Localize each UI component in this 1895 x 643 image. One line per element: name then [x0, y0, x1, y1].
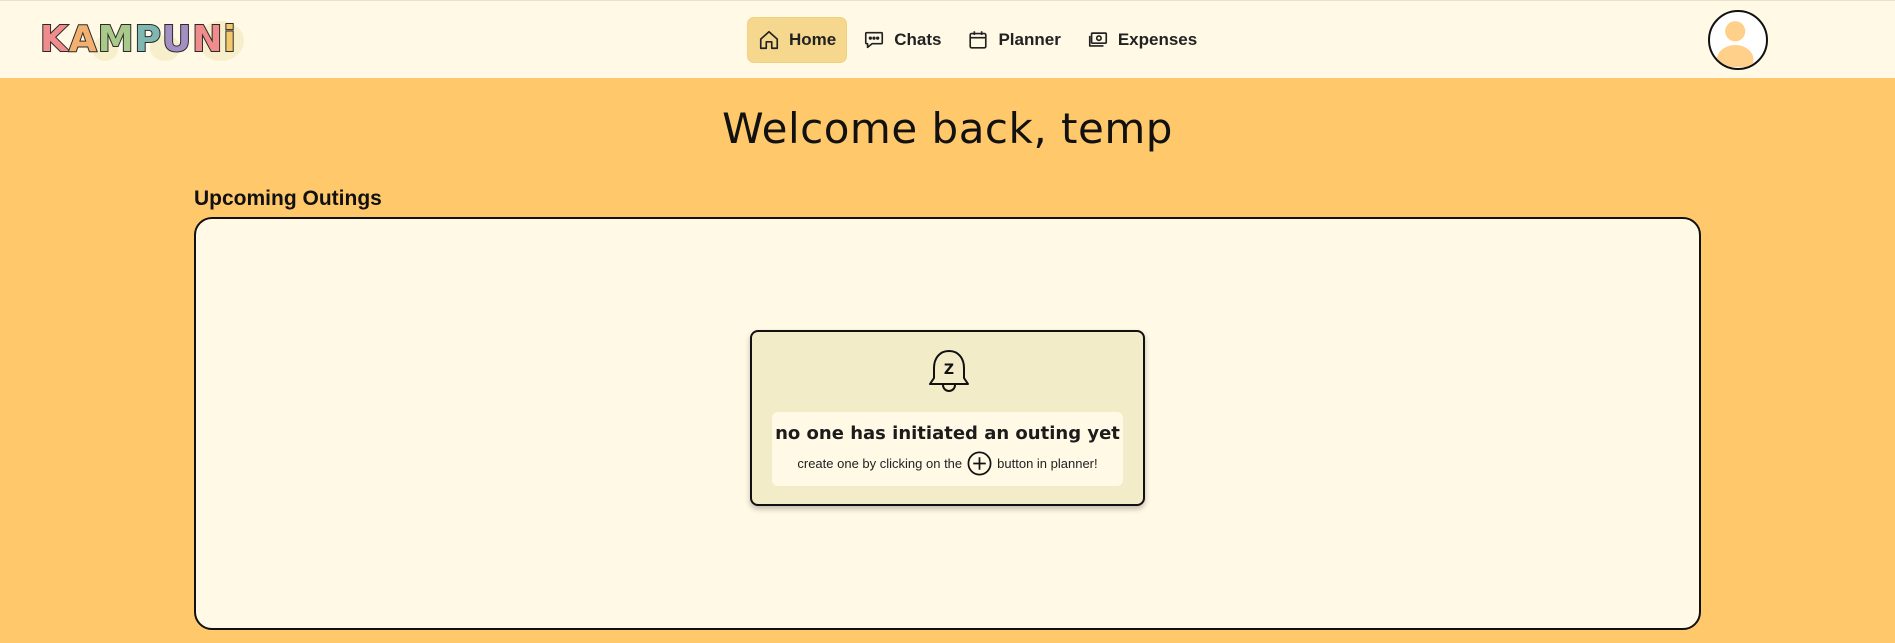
logo-letter: K: [39, 18, 69, 61]
nav-planner-label: Planner: [998, 30, 1061, 49]
svg-text:Z: Z: [944, 362, 954, 378]
empty-state-title: no one has initiated an outing yet: [775, 423, 1120, 444]
logo-letter: A: [68, 18, 98, 61]
nav-planner[interactable]: Planner: [957, 17, 1070, 63]
home-icon: [759, 30, 779, 50]
logo-letter: N: [191, 18, 224, 61]
empty-state-subtitle-after: button in planner!: [997, 456, 1098, 471]
nav-home[interactable]: Home: [747, 17, 848, 63]
user-avatar-icon: [1716, 21, 1754, 68]
chat-icon: [865, 31, 884, 49]
empty-state-subtitle-before: create one by clicking on the: [797, 456, 963, 471]
nav-expenses-label: Expenses: [1117, 30, 1198, 49]
bell-z-icon: Z: [929, 350, 969, 392]
logo-letter: U: [161, 18, 193, 61]
nav-chats[interactable]: Chats: [853, 17, 951, 63]
plus-circle-icon: [967, 451, 992, 476]
empty-state-message: no one has initiated an outing yet creat…: [772, 412, 1123, 486]
main-nav: Home Chats Planner Expenses: [747, 17, 1207, 63]
money-icon: [1088, 32, 1107, 47]
calendar-icon: [969, 31, 988, 49]
page-title: Welcome back, temp: [722, 104, 1173, 153]
kampuni-logo[interactable]: KAMPUNi: [39, 17, 250, 63]
logo-letter: i: [222, 18, 237, 61]
nav-expenses[interactable]: Expenses: [1077, 17, 1207, 63]
empty-state-card: Z no one has initiated an outing yet cre…: [750, 330, 1145, 506]
logo-letter: P: [134, 18, 162, 61]
empty-state-subtitle: create one by clicking on the button in …: [772, 450, 1123, 477]
section-heading: Upcoming Outings: [194, 187, 382, 210]
nav-home-label: Home: [789, 30, 837, 49]
logo-letter: M: [97, 18, 135, 61]
top-nav-bar: KAMPUNi Home Chats Planner Expenses: [0, 0, 1895, 78]
profile-avatar[interactable]: [1708, 10, 1768, 70]
nav-chats-label: Chats: [894, 30, 942, 49]
logo-wordmark: KAMPUNi: [39, 17, 237, 63]
